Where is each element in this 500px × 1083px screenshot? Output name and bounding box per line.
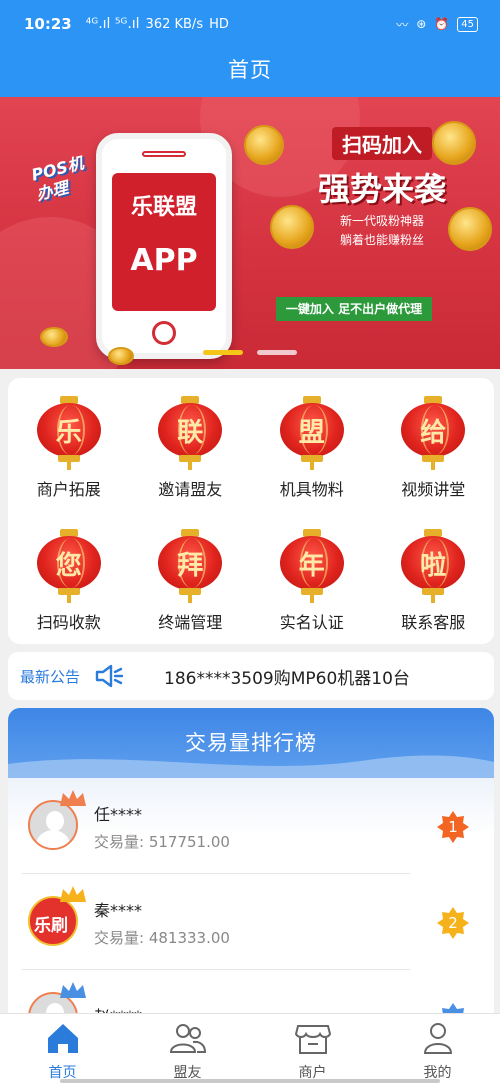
- lantern-icon: 乐: [34, 396, 104, 470]
- menu-item-5[interactable]: 拜终端管理: [130, 511, 252, 644]
- banner-sub2: 躺着也能赚粉丝: [339, 233, 424, 247]
- lantern-icon: 啦: [398, 529, 468, 603]
- status-right: 〰 ⊛ ⏰ 45: [396, 16, 478, 33]
- phone-line1: 乐联盟: [130, 195, 197, 220]
- status-bar: 10:23 ⁴ᴳ.ıl ⁵ᴳ.ıl 362 KB/s HD 〰 ⊛ ⏰ 45: [0, 0, 500, 48]
- bottom-nav: 首页 盟友 商户 我的: [0, 1013, 500, 1083]
- rank-medal-icon: 2: [436, 906, 470, 940]
- menu-item-label: 邀请盟友: [158, 480, 223, 499]
- ranking-header: 交易量排行榜: [8, 708, 494, 778]
- notice-message: 186****3509购MP60机器10台: [164, 668, 410, 689]
- phone-screen: 乐联盟 APP: [112, 173, 216, 311]
- menu-item-3[interactable]: 给视频讲堂: [373, 378, 495, 511]
- menu-item-7[interactable]: 啦联系客服: [373, 511, 495, 644]
- headline-big: 强势来袭: [317, 170, 446, 208]
- ranking-name: 秦****: [94, 900, 143, 920]
- carousel-dots[interactable]: [203, 350, 297, 355]
- menu-item-0[interactable]: 乐商户拓展: [8, 378, 130, 511]
- lantern-char: 乐: [55, 417, 82, 448]
- menu-item-6[interactable]: 年实名认证: [251, 511, 373, 644]
- nav-item-1[interactable]: 盟友: [125, 1014, 250, 1083]
- lantern-icon: 年: [277, 529, 347, 603]
- menu-item-label: 联系客服: [401, 613, 466, 632]
- coin-icon: [108, 347, 134, 365]
- phone-line2: APP: [130, 243, 198, 278]
- avatar-text: 乐刷: [34, 916, 68, 936]
- vibrate-icon: 〰: [396, 17, 409, 32]
- rank-medal-icon: 1: [436, 810, 470, 844]
- nav-item-3[interactable]: 我的: [375, 1014, 500, 1083]
- user-icon: [419, 1020, 457, 1060]
- alarm-icon: ⏰: [434, 17, 450, 31]
- headline-small: 扫码加入: [332, 127, 432, 160]
- lock-icon: ⊛: [416, 17, 427, 31]
- ranking-volume: 交易量: 481333.00: [94, 928, 230, 947]
- banner-strip: 一键加入 足不出户做代理: [276, 297, 432, 321]
- ranking-name: 任****: [94, 804, 143, 824]
- top-bar: 10:23 ⁴ᴳ.ıl ⁵ᴳ.ıl 362 KB/s HD 〰 ⊛ ⏰ 45 首…: [0, 0, 500, 97]
- nav-item-0[interactable]: 首页: [0, 1014, 125, 1083]
- lantern-char: 年: [298, 550, 325, 581]
- coin-icon: [244, 125, 284, 165]
- promo-banner[interactable]: POS机 办理 乐联盟 APP 扫码加入 强势来袭 新一代吸粉神器 躺着也能赚粉…: [0, 97, 500, 369]
- lantern-icon: 拜: [155, 529, 225, 603]
- crown-icon: [60, 886, 86, 902]
- lantern-char: 给: [420, 417, 447, 448]
- home-icon: [44, 1020, 82, 1060]
- menu-item-4[interactable]: 您扫码收款: [8, 511, 130, 644]
- ranking-volume: 交易量: 517751.00: [94, 832, 230, 851]
- carousel-dot[interactable]: [257, 350, 297, 355]
- menu-item-label: 实名认证: [279, 613, 344, 632]
- rank-number: 1: [448, 818, 458, 836]
- menu-item-label: 视频讲堂: [401, 480, 466, 499]
- battery-icon: 45: [457, 16, 478, 32]
- menu-item-1[interactable]: 联邀请盟友: [130, 378, 252, 511]
- ranking-list: 任**** 交易量: 517751.00 1 乐刷 秦**** 交易量: 481333.0…: [8, 778, 494, 1028]
- ranking-row[interactable]: 任**** 交易量: 517751.00 1: [22, 778, 480, 874]
- page-title: 首页: [228, 58, 272, 82]
- status-time: 10:23: [24, 15, 72, 33]
- lantern-char: 您: [55, 550, 82, 581]
- notice-tag: 最新公告: [20, 667, 81, 686]
- rank-number: 2: [448, 914, 458, 932]
- users-icon: [169, 1020, 207, 1060]
- lantern-char: 盟: [298, 417, 325, 448]
- lantern-char: 联: [177, 417, 204, 448]
- avatar: 乐刷: [28, 886, 86, 948]
- lantern-icon: 给: [398, 396, 468, 470]
- crown-icon: [60, 982, 86, 998]
- menu-grid: 乐商户拓展联邀请盟友盟机具物料给视频讲堂您扫码收款拜终端管理年实名认证啦联系客服: [8, 378, 494, 644]
- carousel-dot[interactable]: [203, 350, 243, 355]
- store-icon: [294, 1020, 332, 1060]
- lantern-icon: 联: [155, 396, 225, 470]
- lantern-char: 啦: [420, 550, 447, 581]
- crown-icon: [60, 790, 86, 806]
- avatar: [28, 790, 86, 852]
- lantern-icon: 您: [34, 529, 104, 603]
- hd-badge: HD: [209, 16, 229, 32]
- banner-sub1: 新一代吸粉神器: [339, 214, 424, 228]
- network-speed: 362 KB/s: [145, 16, 204, 32]
- lantern-icon: 盟: [277, 396, 347, 470]
- menu-item-label: 机具物料: [279, 480, 344, 499]
- ranking-row[interactable]: 乐刷 秦**** 交易量: 481333.00 2: [22, 874, 480, 970]
- signal-icon: ⁴ᴳ.ıl ⁵ᴳ.ıl: [85, 16, 140, 32]
- menu-item-label: 扫码收款: [36, 613, 101, 632]
- ranking-card: 交易量排行榜 任**** 交易量: 517751.00 1 乐刷 秦**** 交易量: 4…: [8, 708, 494, 1028]
- speaker-icon: [95, 664, 124, 688]
- menu-item-label: 终端管理: [158, 613, 223, 632]
- lantern-char: 拜: [177, 550, 204, 581]
- home-indicator: [60, 1079, 440, 1083]
- coin-icon: [40, 327, 68, 347]
- nav-item-2[interactable]: 商户: [250, 1014, 375, 1083]
- menu-item-label: 商户拓展: [36, 480, 101, 499]
- menu-item-2[interactable]: 盟机具物料: [251, 378, 373, 511]
- phone-illustration: 乐联盟 APP: [96, 133, 232, 359]
- ranking-title: 交易量排行榜: [185, 731, 317, 755]
- notice-bar[interactable]: 最新公告 186****3509购MP60机器10台: [8, 652, 494, 700]
- banner-headline: 扫码加入 强势来袭 新一代吸粉神器 躺着也能赚粉丝: [282, 127, 482, 248]
